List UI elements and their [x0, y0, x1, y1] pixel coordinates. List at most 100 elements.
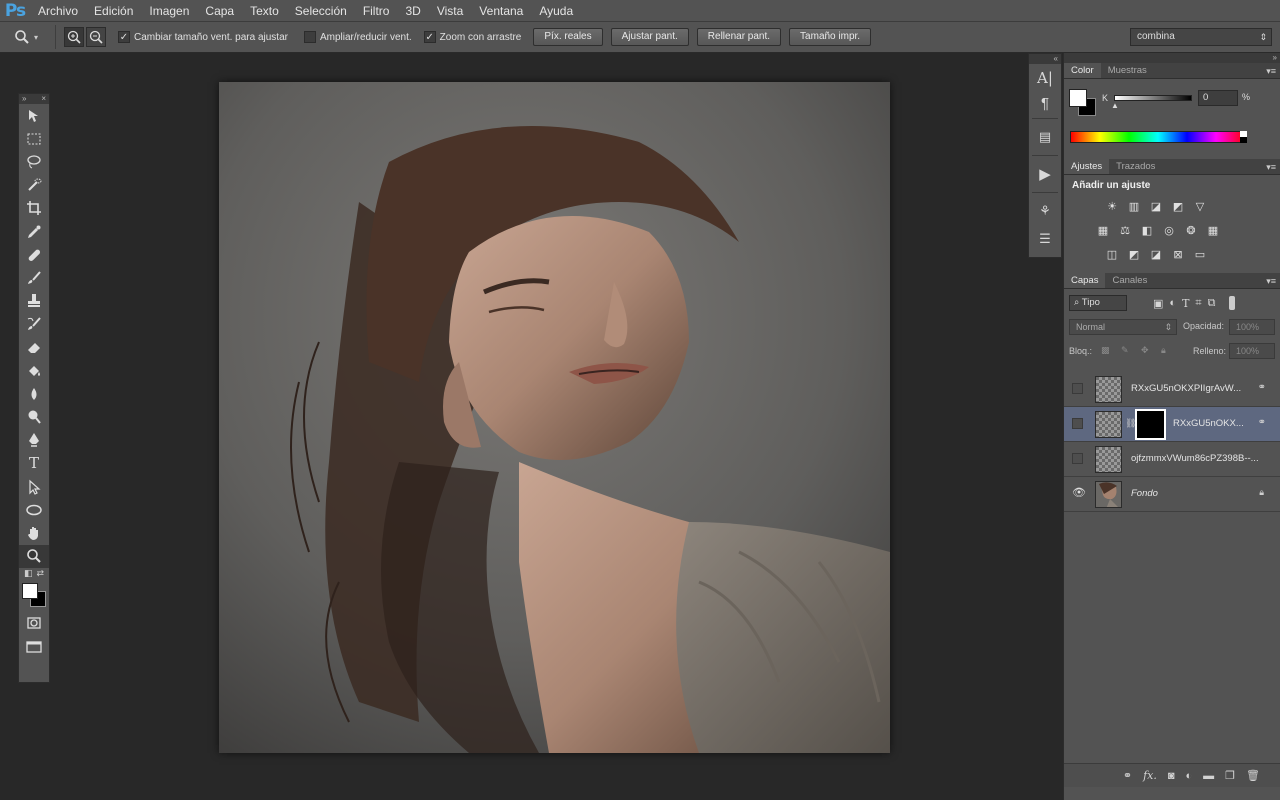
- panel-menu-icon[interactable]: ▾≡: [1266, 63, 1276, 79]
- tools-panel-header[interactable]: » ×: [19, 94, 49, 104]
- trash-icon[interactable]: 🗑︎: [1246, 769, 1260, 782]
- color-balance-icon[interactable]: ⚖: [1118, 223, 1132, 237]
- black-white-icon[interactable]: ◧: [1140, 223, 1154, 237]
- posterize-icon[interactable]: ◩: [1127, 247, 1141, 261]
- layer-row[interactable]: ojfzmmxVWum86cPZ398B--...: [1064, 442, 1280, 477]
- blur-tool[interactable]: [19, 382, 49, 405]
- layer-name[interactable]: RXxGU5nOKXPIIgrAvW...: [1131, 383, 1241, 394]
- dodge-tool[interactable]: [19, 405, 49, 428]
- threshold-icon[interactable]: ◪: [1149, 247, 1163, 261]
- visibility-toggle[interactable]: [1072, 418, 1083, 429]
- fx-icon[interactable]: fx.: [1143, 769, 1157, 782]
- filter-toggle[interactable]: [1229, 296, 1236, 310]
- menu-imagen[interactable]: Imagen: [141, 0, 197, 22]
- move-tool[interactable]: [19, 104, 49, 127]
- paragraph-panel-button[interactable]: ¶: [1029, 92, 1061, 114]
- menu-archivo[interactable]: Archivo: [30, 0, 86, 22]
- invert-icon[interactable]: ◫: [1105, 247, 1119, 261]
- gradient-map-icon[interactable]: ▭: [1193, 247, 1207, 261]
- color-swatches[interactable]: [19, 582, 49, 612]
- crop-tool[interactable]: [19, 197, 49, 220]
- brightness-icon[interactable]: ☀: [1105, 199, 1119, 213]
- type-filter-icon[interactable]: T: [1182, 297, 1189, 310]
- slider-thumb-icon[interactable]: ▲: [1111, 101, 1119, 110]
- new-layer-icon[interactable]: ❐: [1225, 769, 1235, 782]
- vibrance-icon[interactable]: ▽: [1193, 199, 1207, 213]
- exposure-icon[interactable]: ◩: [1171, 199, 1185, 213]
- eyedropper-tool[interactable]: [19, 220, 49, 243]
- zoom-all-option[interactable]: Ampliar/reducir vent.: [303, 31, 412, 43]
- panel-menu-icon[interactable]: ▾≡: [1266, 273, 1276, 289]
- fill-input[interactable]: 100%: [1229, 343, 1275, 359]
- tool-preset-picker[interactable]: ▾: [14, 25, 56, 49]
- color-spectrum[interactable]: [1070, 131, 1246, 143]
- pen-tool[interactable]: [19, 429, 49, 452]
- history-panel-button[interactable]: ▤: [1029, 123, 1061, 151]
- marquee-tool[interactable]: [19, 127, 49, 150]
- document-canvas[interactable]: [219, 82, 890, 753]
- k-value-input[interactable]: 0: [1198, 90, 1238, 106]
- new-adjustment-icon[interactable]: ◐: [1186, 770, 1193, 782]
- shape-filter-icon[interactable]: ⌗: [1195, 297, 1201, 310]
- tab-channels[interactable]: Canales: [1105, 273, 1154, 288]
- brush-tool[interactable]: [19, 266, 49, 289]
- new-group-icon[interactable]: ▬: [1203, 770, 1214, 782]
- lock-transparency-icon[interactable]: ▩: [1101, 345, 1110, 356]
- k-slider[interactable]: [1114, 95, 1192, 101]
- layer-mask-thumbnail[interactable]: [1135, 409, 1166, 440]
- menu-vista[interactable]: Vista: [429, 0, 471, 22]
- clone-stamp-tool[interactable]: [19, 290, 49, 313]
- swap-colors-icon[interactable]: ⇄: [36, 568, 44, 582]
- fill-screen-button[interactable]: Rellenar pant.: [696, 28, 782, 46]
- dock-header[interactable]: «: [1029, 54, 1061, 64]
- layer-row[interactable]: RXxGU5nOKXPIIgrAvW... ⚭: [1064, 372, 1280, 407]
- link-layers-icon[interactable]: ⚭: [1123, 769, 1132, 782]
- path-selection-tool[interactable]: [19, 475, 49, 498]
- foreground-color-swatch[interactable]: [22, 582, 38, 599]
- panels-header[interactable]: »: [1064, 53, 1280, 63]
- tab-layers[interactable]: Capas: [1064, 273, 1106, 288]
- actions-panel-button[interactable]: ▶: [1029, 160, 1061, 188]
- properties-panel-button[interactable]: ☰: [1029, 225, 1061, 253]
- history-brush-tool[interactable]: [19, 313, 49, 336]
- expand-icon[interactable]: «: [1054, 54, 1058, 63]
- curves-icon[interactable]: ◪: [1149, 199, 1163, 213]
- photo-filter-icon[interactable]: ◎: [1162, 223, 1176, 237]
- menu-seleccion[interactable]: Selección: [287, 0, 355, 22]
- panel-menu-icon[interactable]: ▾≡: [1266, 159, 1276, 175]
- resize-windows-checkbox[interactable]: ✓: [118, 31, 130, 43]
- print-size-button[interactable]: Tamaño impr.: [789, 28, 872, 46]
- tab-color[interactable]: Color: [1064, 63, 1101, 78]
- hand-tool[interactable]: [19, 521, 49, 544]
- levels-icon[interactable]: ▥: [1127, 199, 1141, 213]
- paint-bucket-tool[interactable]: [19, 359, 49, 382]
- add-mask-icon[interactable]: ◙: [1168, 770, 1175, 782]
- fit-screen-button[interactable]: Ajustar pant.: [610, 28, 689, 46]
- tab-swatches[interactable]: Muestras: [1101, 63, 1154, 78]
- lock-all-icon[interactable]: 🔒︎: [1161, 345, 1166, 356]
- zoom-out-button[interactable]: [86, 27, 106, 47]
- menu-texto[interactable]: Texto: [242, 0, 287, 22]
- actual-pixels-button[interactable]: Píx. reales: [533, 28, 603, 46]
- layer-name[interactable]: Fondo: [1131, 488, 1158, 499]
- tab-paths[interactable]: Trazados: [1109, 159, 1162, 174]
- quick-mask-button[interactable]: [19, 612, 49, 635]
- lock-paint-icon[interactable]: ✎: [1121, 345, 1129, 356]
- workspace-select[interactable]: combina ⇕: [1130, 28, 1272, 46]
- close-icon[interactable]: ×: [41, 94, 46, 104]
- layer-name[interactable]: RXxGU5nOKX...: [1173, 418, 1244, 429]
- menu-capa[interactable]: Capa: [197, 0, 242, 22]
- menu-filtro[interactable]: Filtro: [355, 0, 398, 22]
- collapse-icon[interactable]: »: [1273, 53, 1277, 62]
- smart-object-filter-icon[interactable]: ⧉: [1208, 297, 1216, 310]
- scrubby-zoom-option[interactable]: ✓ Zoom con arrastre: [423, 31, 521, 43]
- scrubby-zoom-checkbox[interactable]: ✓: [423, 31, 436, 43]
- layer-filter-select[interactable]: ⌕ Tipo: [1069, 295, 1127, 311]
- zoom-tool[interactable]: [19, 544, 49, 568]
- menu-ventana[interactable]: Ventana: [471, 0, 531, 22]
- lock-position-icon[interactable]: ✥: [1141, 345, 1149, 356]
- tab-adjustments[interactable]: Ajustes: [1064, 159, 1110, 174]
- resize-windows-option[interactable]: ✓ Cambiar tamaño vent. para ajustar: [118, 31, 288, 43]
- layer-row-background[interactable]: 👁︎ Fondo 🔒︎: [1064, 477, 1280, 512]
- eye-icon[interactable]: 👁︎: [1072, 488, 1086, 499]
